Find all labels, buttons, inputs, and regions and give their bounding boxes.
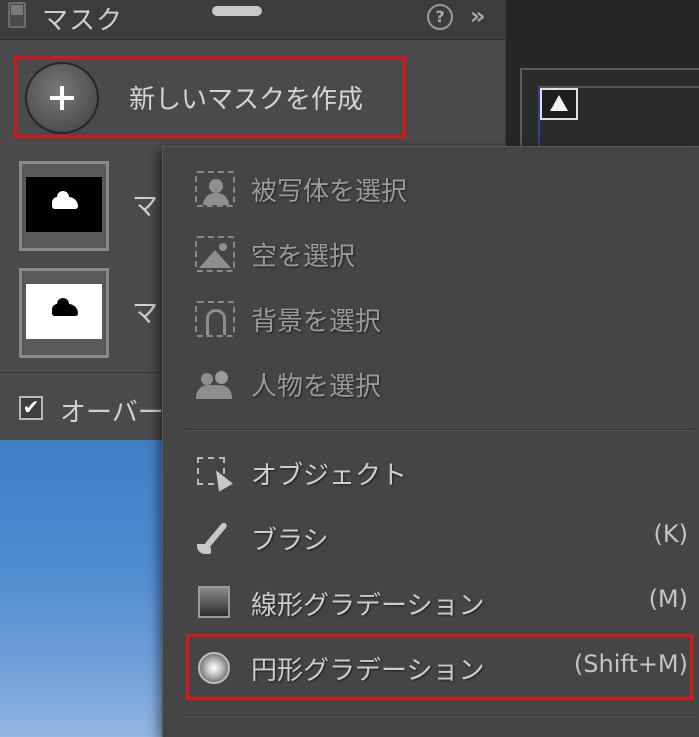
people-select-icon (195, 366, 235, 402)
menu-item-label: 人物を選択 (251, 372, 382, 402)
menu-item-select-background[interactable]: 背景を選択 (163, 289, 699, 349)
help-icon[interactable]: ? (427, 4, 453, 30)
object-select-icon (195, 455, 235, 492)
linear-gradient-icon (195, 585, 235, 621)
cloud-shape (52, 298, 78, 316)
menu-item-label: オブジェクト (251, 461, 408, 491)
drag-handle[interactable] (212, 6, 262, 16)
panel-title: マスク (42, 6, 124, 36)
mask-label-2[interactable]: マ (132, 293, 158, 330)
brush-icon (195, 520, 235, 556)
sky-select-icon (195, 236, 235, 272)
menu-item-brush[interactable]: ブラシ (K) (163, 508, 699, 568)
menu-item-label: 背景を選択 (251, 307, 382, 337)
subject-select-icon (195, 171, 235, 207)
create-new-mask-label: 新しいマスクを作成 (129, 85, 364, 115)
menu-item-label: ブラシ (251, 526, 329, 556)
menu-item-label: 空を選択 (251, 242, 356, 272)
shortcut-label: (M) (648, 585, 688, 613)
menu-item-select-people[interactable]: 人物を選択 (163, 354, 699, 414)
menu-separator (185, 715, 695, 717)
panel-toggle-icon[interactable] (8, 2, 26, 28)
background-select-icon (195, 301, 235, 337)
mask-preview (26, 284, 102, 339)
menu-item-object[interactable]: オブジェクト (163, 443, 699, 503)
mask-thumbnail-2[interactable] (19, 268, 109, 358)
overlay-label: オーバー (60, 398, 164, 428)
menu-item-label: 線形グラデーション (251, 591, 485, 621)
mask-preview (26, 177, 102, 232)
expand-icon[interactable]: » (470, 2, 485, 30)
menu-separator (185, 429, 695, 431)
cloud-shape (52, 191, 78, 209)
mask-label-1[interactable]: マ (132, 186, 158, 223)
plus-icon (25, 62, 99, 134)
overlay-checkbox[interactable]: ✔ (19, 396, 43, 420)
menu-item-linear-gradient[interactable]: 線形グラデーション (M) (163, 573, 699, 633)
menu-item-select-subject[interactable]: 被写体を選択 (163, 159, 699, 219)
mask-thumbnail-1[interactable] (19, 161, 109, 251)
shortcut-label: (K) (653, 520, 688, 548)
menu-item-label: 被写体を選択 (251, 177, 408, 207)
radial-gradient-highlight (186, 634, 693, 700)
panel-header: マスク ? » (0, 0, 506, 40)
create-new-mask-button[interactable]: 新しいマスクを作成 (14, 56, 406, 138)
triangle-up-icon[interactable] (540, 88, 578, 120)
menu-item-select-sky[interactable]: 空を選択 (163, 224, 699, 284)
